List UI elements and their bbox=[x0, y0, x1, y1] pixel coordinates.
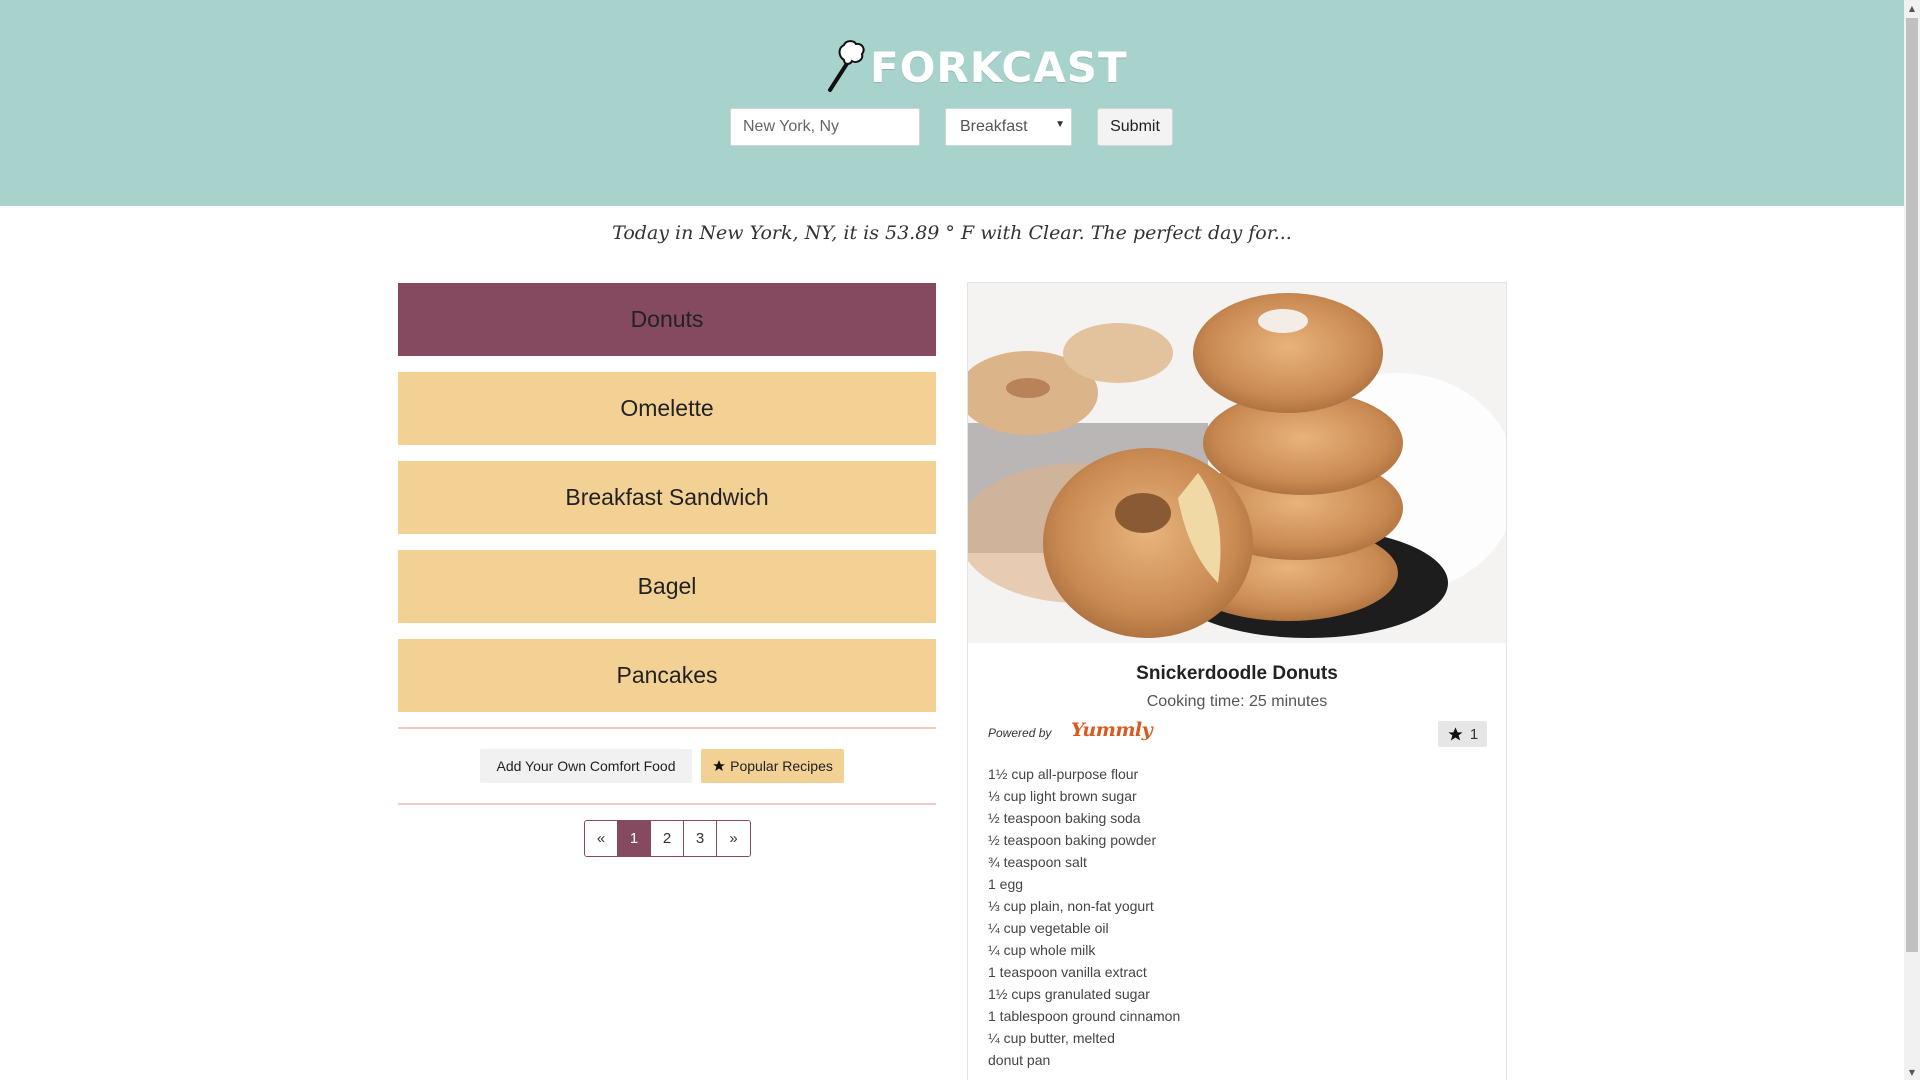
add-comfort-food-button[interactable]: Add Your Own Comfort Food bbox=[480, 749, 692, 783]
powered-by-label: Powered by bbox=[988, 726, 1052, 740]
ingredient-item: ½ teaspoon baking powder bbox=[988, 832, 1157, 848]
meal-type-select[interactable]: Breakfast ▼ bbox=[945, 108, 1072, 146]
donut-photo-illustration bbox=[968, 283, 1506, 643]
food-item-donuts[interactable]: Donuts bbox=[398, 283, 936, 356]
star-icon bbox=[713, 760, 725, 771]
ingredient-item: ¾ teaspoon salt bbox=[988, 854, 1087, 870]
food-item-omelette[interactable]: Omelette bbox=[398, 372, 936, 445]
food-item-bagel[interactable]: Bagel bbox=[398, 550, 936, 623]
food-item-pancakes[interactable]: Pancakes bbox=[398, 639, 936, 712]
ingredient-item: ¼ cup whole milk bbox=[988, 942, 1096, 958]
ingredient-list: 1½ cup all-purpose flour ⅓ cup light bro… bbox=[988, 763, 1180, 1071]
ingredient-item: 1½ cups granulated sugar bbox=[988, 986, 1150, 1002]
ingredient-item: ⅓ cup plain, non-fat yogurt bbox=[988, 898, 1154, 914]
divider-top bbox=[398, 727, 936, 729]
star-count: 1 bbox=[1469, 725, 1479, 743]
scroll-down-arrow-icon[interactable]: ▼ bbox=[1904, 1064, 1920, 1080]
cooking-time: Cooking time: 25 minutes bbox=[1146, 693, 1328, 710]
logo[interactable]: FORKCAST bbox=[822, 38, 1128, 96]
popular-recipes-label: Popular Recipes bbox=[730, 758, 833, 774]
submit-button[interactable]: Submit bbox=[1097, 108, 1173, 146]
ingredient-item: ½ teaspoon baking soda bbox=[988, 810, 1141, 826]
ingredient-item: ¼ cup butter, melted bbox=[988, 1030, 1115, 1046]
divider-bottom bbox=[398, 803, 936, 805]
scrollbar-thumb[interactable] bbox=[1906, 18, 1918, 952]
ingredient-item: donut pan bbox=[988, 1052, 1051, 1068]
ingredient-item: 1 egg bbox=[988, 876, 1024, 892]
page-3-button[interactable]: 3 bbox=[684, 821, 717, 856]
ingredient-item: 1 tablespoon ground cinnamon bbox=[988, 1008, 1181, 1024]
meal-select-value: Breakfast bbox=[960, 118, 1028, 135]
ingredient-item: 1 teaspoon vanilla extract bbox=[988, 964, 1147, 980]
food-item-breakfast-sandwich[interactable]: Breakfast Sandwich bbox=[398, 461, 936, 534]
fork-logo-icon bbox=[828, 40, 865, 92]
ingredient-item: 1½ cup all-purpose flour bbox=[988, 766, 1139, 782]
pagination: « 1 2 3 » bbox=[584, 820, 751, 857]
popular-recipes-button[interactable]: Popular Recipes bbox=[701, 749, 844, 783]
recipe-title: Snickerdoodle Donuts bbox=[1136, 663, 1338, 684]
logo-text: FORKCAST bbox=[870, 42, 1128, 92]
page-1-button[interactable]: 1 bbox=[618, 821, 651, 856]
recipe-image[interactable] bbox=[968, 283, 1506, 643]
recipe-card: Snickerdoodle Donuts Cooking time: 25 mi… bbox=[967, 282, 1507, 1080]
header: FORKCAST New York, Ny Breakfast ▼ Submit bbox=[0, 0, 1904, 206]
scroll-up-arrow-icon[interactable]: ▲ bbox=[1904, 0, 1920, 16]
ingredient-item: ⅓ cup light brown sugar bbox=[988, 788, 1137, 804]
caret-down-icon: ▼ bbox=[1055, 119, 1065, 130]
yummly-logo[interactable]: Yummly bbox=[1071, 719, 1153, 741]
page-next-button[interactable]: » bbox=[717, 821, 750, 856]
favorite-star-button[interactable]: 1 bbox=[1438, 721, 1487, 747]
page-prev-button[interactable]: « bbox=[585, 821, 618, 856]
location-input-value: New York, Ny bbox=[743, 118, 840, 135]
star-icon bbox=[1448, 726, 1463, 741]
weather-tagline: Today in New York, NY, it is 53.89 ° F w… bbox=[612, 222, 1292, 244]
page-2-button[interactable]: 2 bbox=[651, 821, 684, 856]
location-input[interactable]: New York, Ny bbox=[730, 108, 920, 146]
ingredient-item: ¼ cup vegetable oil bbox=[988, 920, 1109, 936]
